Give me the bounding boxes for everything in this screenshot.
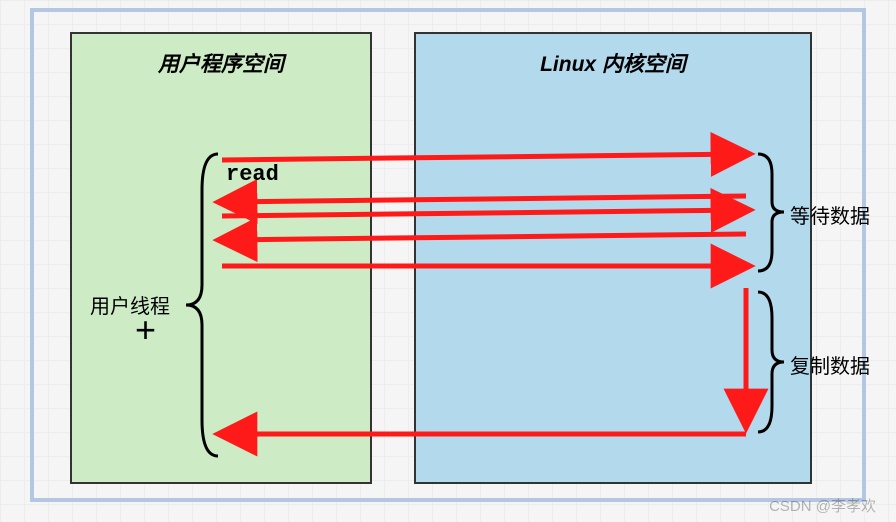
wait-data-label: 等待数据	[790, 200, 870, 229]
kernel-space-box: Linux 内核空间	[414, 32, 812, 484]
copy-data-label: 复制数据	[790, 350, 870, 379]
user-thread-label: 用户线程	[90, 290, 170, 319]
read-call-label: read	[226, 162, 279, 187]
user-space-box: 用户程序空间	[70, 32, 372, 484]
kernel-space-title: Linux 内核空间	[416, 48, 810, 78]
user-space-title: 用户程序空间	[72, 48, 370, 78]
crosshair-icon: +	[135, 312, 156, 348]
watermark: CSDN @李孝欢	[769, 495, 876, 516]
